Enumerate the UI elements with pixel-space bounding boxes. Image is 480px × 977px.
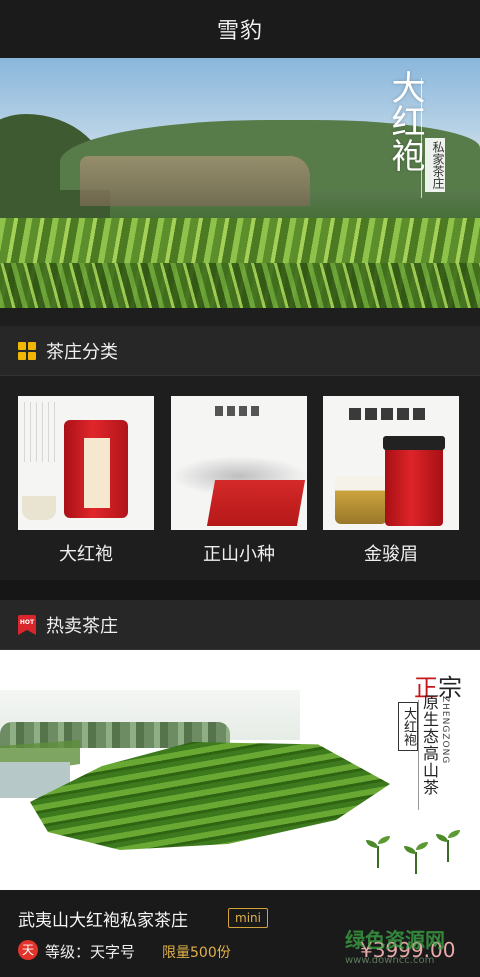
category-section-title: 茶庄分类 — [46, 341, 118, 363]
banner-tagline: 原生态高山茶 — [420, 694, 439, 796]
banner-pinyin: ZHENGZONG — [440, 696, 450, 765]
tea-glass-image — [335, 476, 387, 524]
mini-badge: mini — [228, 908, 268, 928]
hot-section-header: HOT 热卖茶庄 — [0, 600, 480, 650]
page-title: 雪豹 — [216, 19, 263, 44]
banner-tea-field — [30, 742, 390, 850]
top-bar: 雪豹 — [0, 0, 480, 58]
level-icon: 天 — [18, 940, 38, 960]
category-section-header: 茶庄分类 — [0, 326, 480, 376]
hero-divider-line — [421, 78, 422, 198]
category-thumb-zhengshanxiaozhong — [171, 396, 307, 530]
product-level: 等级：天字号 — [45, 943, 136, 961]
hero-subtitle: 私家茶庄 — [425, 138, 445, 192]
category-label: 大红袍 — [59, 544, 113, 565]
tea-cup-image — [22, 496, 56, 520]
category-label: 正山小种 — [203, 544, 275, 565]
category-item-dahongpao[interactable]: 大红袍 — [18, 396, 154, 566]
category-grid-icon — [18, 341, 36, 360]
category-list: 大红袍 正山小种 金骏眉 — [0, 376, 480, 580]
category-thumb-dahongpao — [18, 396, 154, 530]
hero-brand-text: 大红袍 — [385, 70, 425, 172]
category-item-zhengshanxiaozhong[interactable]: 正山小种 — [171, 396, 307, 566]
sprout-icon — [366, 836, 390, 868]
hero-cliff — [80, 156, 310, 206]
banner-boxed-label: 大红袍 — [398, 702, 418, 751]
sprout-icon — [404, 842, 428, 874]
product-name: 武夷山大红袍私家茶庄 — [18, 911, 188, 931]
product-banner[interactable]: 正宗 大红袍 原生态高山茶 ZHENGZONG — [0, 650, 480, 890]
hero-banner[interactable]: 大红袍 私家茶庄 — [0, 58, 480, 308]
watermark: 绿色资源网 www.downcc.com — [345, 928, 445, 966]
hot-section-title: 热卖茶庄 — [46, 615, 118, 637]
tea-box-image — [206, 480, 306, 526]
section-divider — [0, 580, 480, 600]
category-item-jinjunmei[interactable]: 金骏眉 — [323, 396, 459, 566]
tea-can-image — [385, 442, 443, 526]
product-limit: 限量500份 — [162, 945, 231, 961]
category-thumb-jinjunmei — [323, 396, 459, 530]
category-label: 金骏眉 — [364, 544, 418, 565]
sprout-icon — [436, 830, 460, 862]
hot-icon: HOT — [18, 614, 36, 635]
hero-tea-leaves-front — [0, 263, 480, 308]
